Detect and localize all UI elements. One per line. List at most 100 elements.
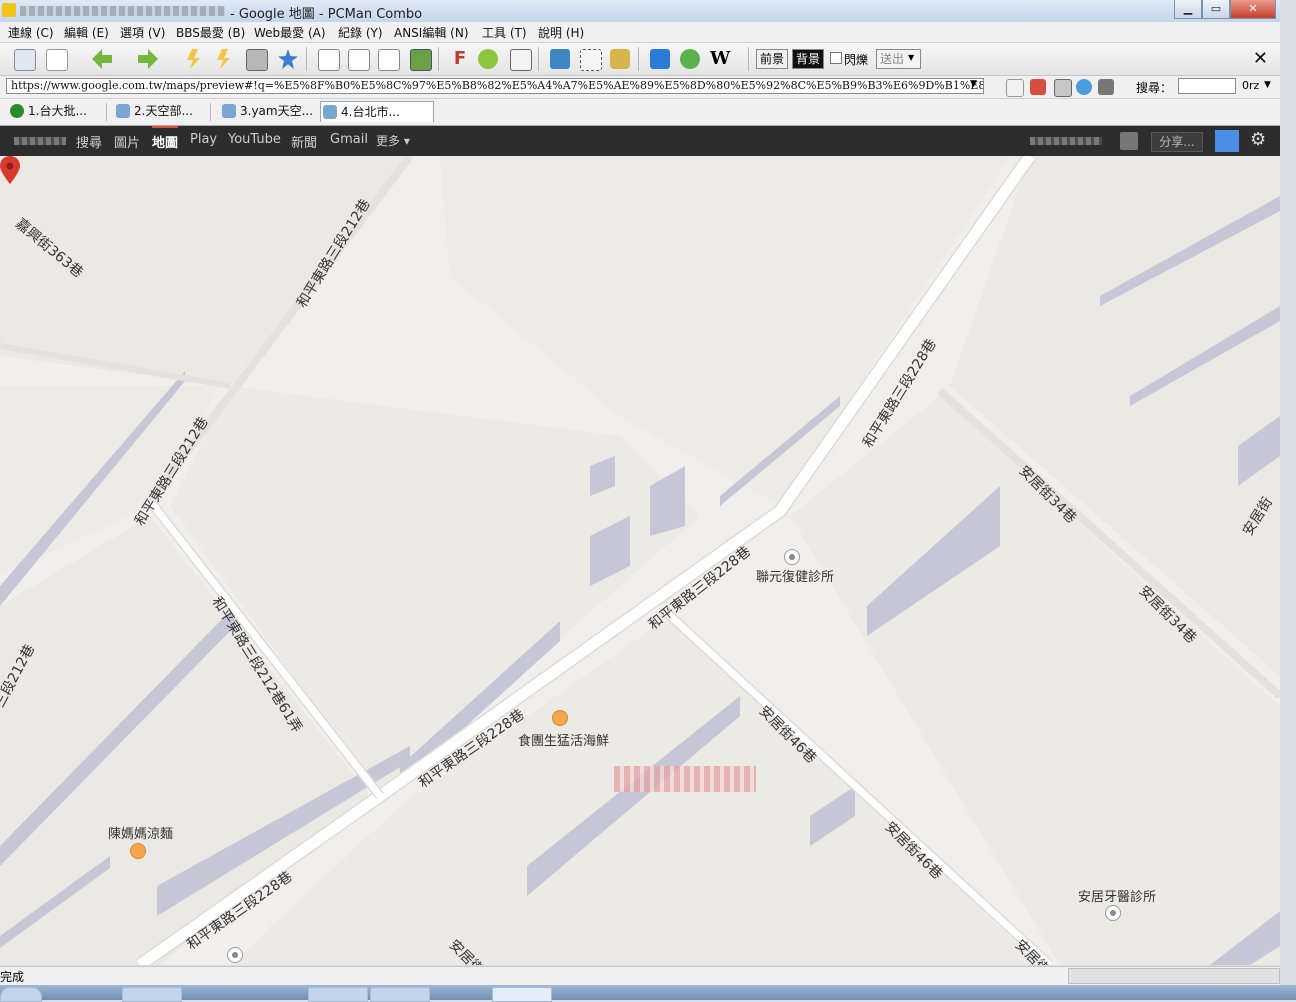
location-pin-icon[interactable]	[0, 156, 20, 184]
tab-label: 3.yam天空...	[240, 104, 314, 118]
search-input[interactable]	[1178, 78, 1236, 94]
window-controls: ▁ ▭ ✕	[1174, 0, 1276, 19]
menu-connect[interactable]: 連線 (C)	[8, 24, 54, 41]
dentist-icon[interactable]	[1105, 905, 1121, 921]
tab-4[interactable]: 4.台北市...	[320, 101, 434, 122]
lock-icon[interactable]	[610, 49, 630, 69]
add-favorite-icon[interactable]	[278, 49, 298, 69]
search-label: 搜尋：	[1136, 81, 1173, 95]
horizontal-scrollbar[interactable]	[1068, 968, 1280, 984]
gbar-images[interactable]: 圖片	[114, 132, 140, 151]
tab-separator	[106, 103, 107, 121]
blink-checkbox[interactable]	[830, 52, 842, 64]
reconnect-all-icon[interactable]	[217, 49, 230, 69]
blurred-account-name	[1030, 137, 1102, 145]
font-icon[interactable]: F	[450, 49, 470, 69]
restaurant-icon[interactable]	[552, 710, 568, 726]
maximize-button[interactable]: ▭	[1202, 0, 1230, 19]
menu-history[interactable]: 紀錄 (Y)	[338, 24, 383, 41]
toolbar-separator	[438, 47, 439, 71]
blurred-user-name	[14, 137, 66, 145]
reconnect-icon[interactable]	[187, 49, 200, 69]
select-icon[interactable]	[580, 49, 602, 71]
back-icon[interactable]	[92, 49, 112, 69]
tab-label: 2.天空部...	[134, 104, 193, 118]
status-text: 完成	[0, 970, 25, 984]
refresh-icon[interactable]	[1030, 79, 1046, 95]
gbar-more[interactable]: 更多 ▾	[376, 132, 410, 149]
share-button[interactable]: 分享...	[1151, 132, 1203, 152]
toolbar-close-icon[interactable]: ✕	[1253, 48, 1268, 69]
bank-icon[interactable]	[227, 947, 243, 963]
home-icon[interactable]	[1006, 79, 1024, 97]
poi-label[interactable]: 聯元復健診所	[756, 566, 834, 585]
clinic-icon[interactable]	[784, 549, 800, 565]
window-title: - Google 地圖 - PCMan Combo	[230, 7, 423, 22]
send-button[interactable]: 送出	[876, 49, 922, 69]
forward-icon[interactable]	[138, 49, 158, 69]
wikipedia-icon[interactable]: W	[710, 49, 730, 69]
sitelist-icon[interactable]	[14, 49, 36, 71]
poi-label[interactable]: 食團生猛活海鮮	[518, 730, 609, 749]
fullscreen-icon[interactable]	[510, 49, 532, 71]
gbar-maps[interactable]: 地圖	[152, 126, 179, 151]
gear-icon[interactable]: ⚙	[1250, 129, 1266, 150]
search-engine-select[interactable]: 0rz	[1242, 79, 1259, 92]
poi-label[interactable]: 安居牙醫診所	[1078, 886, 1156, 905]
tab-separator	[210, 103, 211, 121]
search-web-icon[interactable]	[650, 49, 670, 69]
restaurant-icon[interactable]	[130, 843, 146, 859]
menu-edit[interactable]: 編輯 (E)	[64, 24, 109, 41]
download-icon[interactable]	[410, 49, 432, 71]
copy-icon[interactable]	[318, 49, 340, 71]
new-tab-icon[interactable]	[46, 49, 68, 71]
url-field[interactable]: https://www.google.com.tw/maps/preview#!…	[6, 78, 984, 94]
stop-icon[interactable]	[1054, 79, 1072, 97]
send-dropdown-icon[interactable]: ▼	[908, 53, 914, 62]
gbar-play[interactable]: Play	[190, 132, 217, 147]
copy-ansi-icon[interactable]	[378, 49, 400, 71]
menubar: 連線 (C) 編輯 (E) 選項 (V) BBS最愛 (B) Web最愛 (A)…	[0, 22, 1280, 43]
globe-icon[interactable]	[1076, 79, 1092, 95]
menu-help[interactable]: 說明 (H)	[538, 24, 584, 41]
web-page-icon	[116, 104, 130, 118]
avatar[interactable]	[1215, 130, 1239, 152]
background-color-button[interactable]: 背景	[792, 49, 825, 69]
settings-gear-icon[interactable]	[478, 49, 498, 69]
menu-options[interactable]: 選項 (V)	[120, 24, 165, 41]
toolbar: F W 前景 背景 閃爍 送出 ▼ ✕	[0, 43, 1280, 76]
gbar-gmail[interactable]: Gmail	[330, 132, 368, 147]
google-bar: 搜尋 圖片 地圖 Play YouTube 新聞 Gmail 更多 ▾ 分享..…	[0, 126, 1280, 156]
url-dropdown-icon[interactable]: ▼	[970, 79, 977, 89]
window-titlebar: - Google 地圖 - PCMan Combo ▁ ▭ ✕	[0, 0, 1280, 23]
image-icon[interactable]	[550, 49, 570, 69]
menu-bbs-favorites[interactable]: BBS最愛 (B)	[176, 24, 245, 41]
blurred-address-label	[614, 766, 756, 792]
menu-web-favorites[interactable]: Web最愛 (A)	[254, 24, 326, 41]
tab-2[interactable]: 2.天空部...	[114, 101, 193, 121]
close-button[interactable]: ✕	[1230, 0, 1276, 19]
toolbar-separator	[638, 47, 639, 71]
gbar-search[interactable]: 搜尋	[76, 132, 102, 151]
tab-label: 4.台北市...	[341, 105, 400, 119]
toolbar-separator	[306, 47, 307, 71]
web-page-icon	[323, 105, 337, 119]
tab-3[interactable]: 3.yam天空...	[220, 101, 313, 121]
gbar-news[interactable]: 新聞	[291, 132, 317, 151]
foreground-color-button[interactable]: 前景	[756, 49, 789, 69]
address-bar: https://www.google.com.tw/maps/preview#!…	[0, 76, 1280, 99]
notification-icon[interactable]	[1120, 132, 1138, 150]
os-taskbar	[0, 985, 1296, 1002]
disconnect-icon[interactable]	[246, 49, 268, 71]
gbar-youtube[interactable]: YouTube	[228, 132, 281, 147]
paste-icon[interactable]	[348, 49, 370, 71]
map-canvas[interactable]: 嘉興街363巷 和平東路三段212巷 和平東路三段228巷 安居街34巷 和平東…	[0, 156, 1280, 965]
tab-1[interactable]: 1.台大批...	[8, 101, 87, 121]
monitor-icon[interactable]	[1098, 79, 1114, 95]
minimize-button[interactable]: ▁	[1174, 0, 1202, 19]
engine-dropdown-icon[interactable]: ▼	[1264, 80, 1271, 90]
poi-label[interactable]: 陳媽媽涼麵	[108, 823, 173, 842]
menu-tools[interactable]: 工具 (T)	[482, 24, 527, 41]
flower-icon[interactable]	[680, 49, 700, 69]
menu-ansi-edit[interactable]: ANSI編輯 (N)	[394, 24, 469, 41]
